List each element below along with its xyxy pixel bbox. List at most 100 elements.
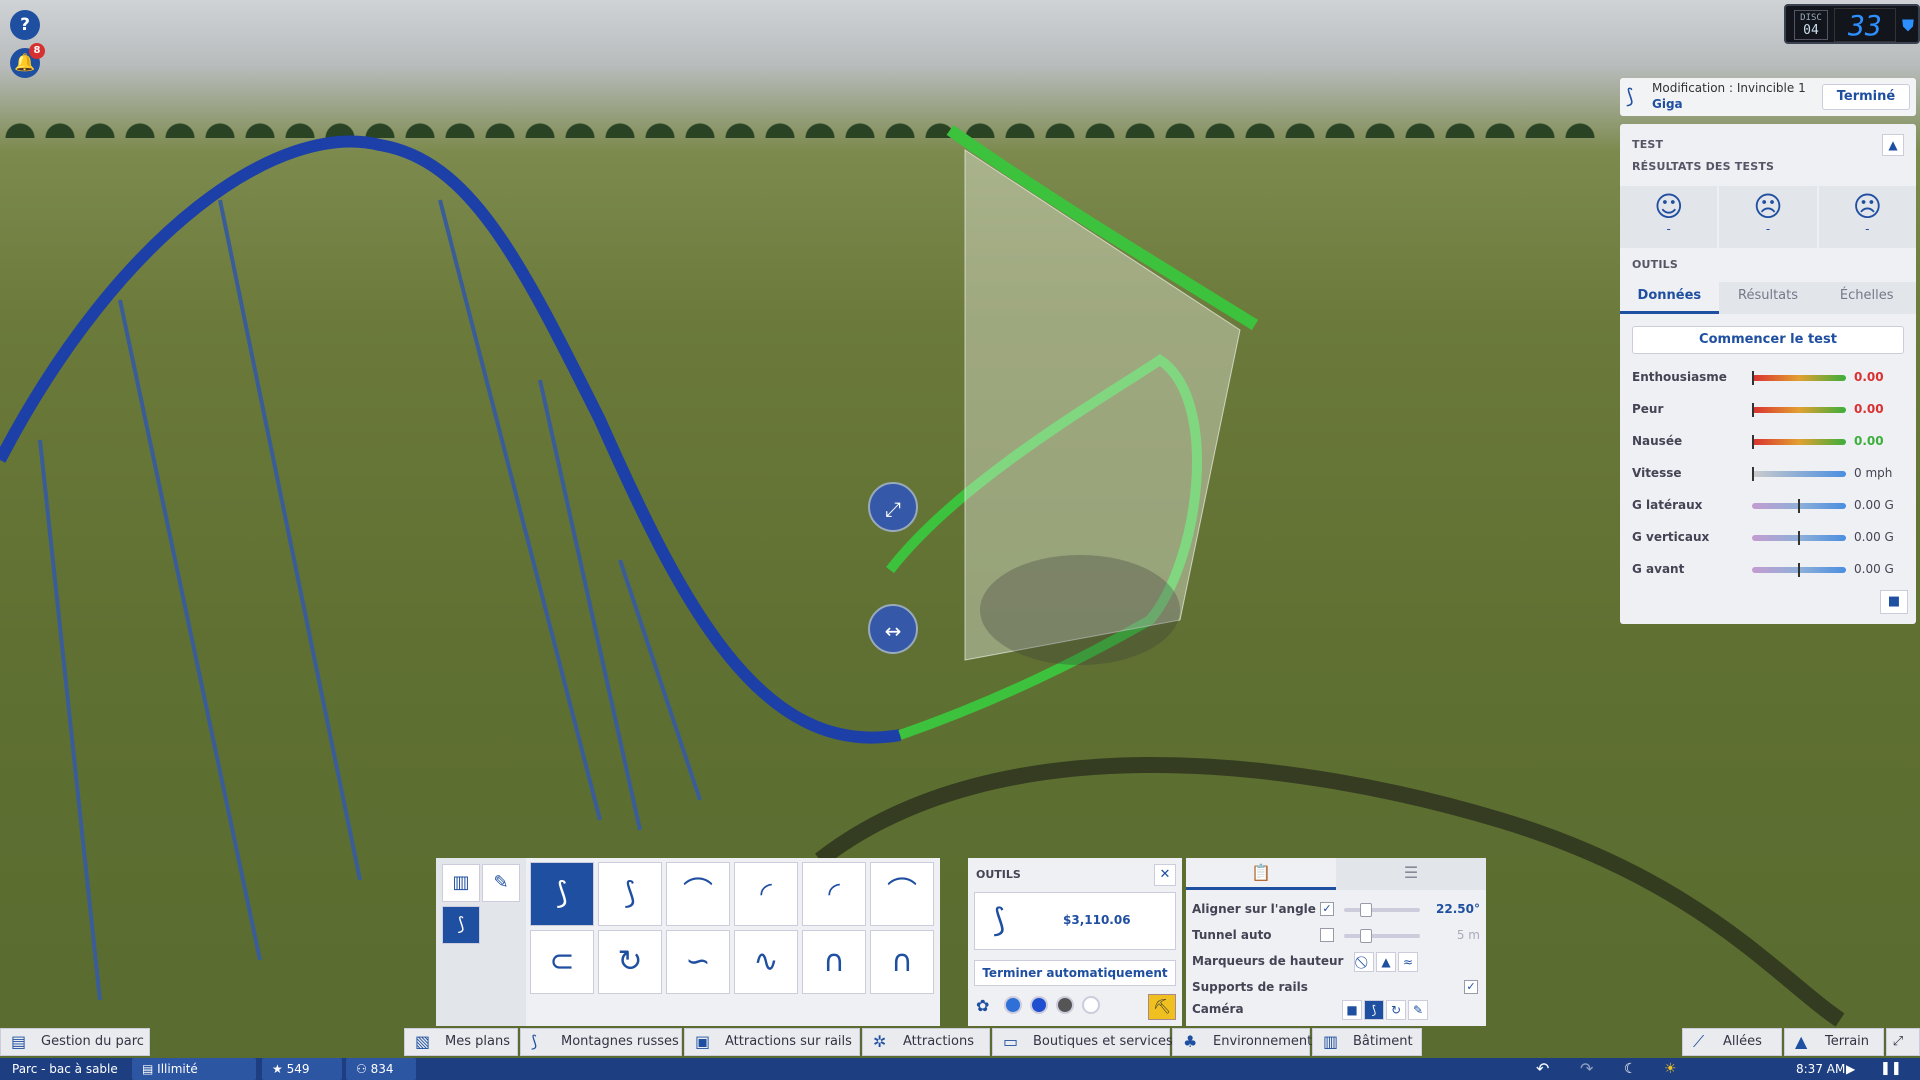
station-tool-button[interactable]: ▥ (442, 864, 480, 902)
tab-clipboard[interactable]: 📋 (1186, 858, 1336, 890)
help-icon: ? (20, 15, 30, 35)
terrain-markers-icon[interactable]: ▲ (1376, 952, 1396, 972)
redo-icon[interactable]: ↷ (1580, 1058, 1593, 1080)
tab-scales[interactable]: Échelles (1817, 282, 1917, 314)
money-display[interactable]: ▤ Illimité (132, 1058, 256, 1080)
track-piece-3[interactable]: ⌒ (666, 862, 730, 926)
camera-free-icon[interactable]: ✎ (1408, 1000, 1428, 1020)
terrain-button[interactable]: ▲ Terrain (1784, 1028, 1884, 1056)
track-curve-icon: ◜ (760, 876, 772, 911)
face-neutral: ☹ - (1719, 186, 1817, 248)
track-loop-icon: ∩ (891, 944, 913, 979)
tools-section-label: OUTILS (1632, 258, 1679, 271)
color-palette-icon[interactable]: ✿ (976, 996, 989, 1015)
track-piece-6[interactable]: ⌒ (870, 862, 934, 926)
ride-name: Giga (1652, 97, 1683, 111)
auto-complete-button[interactable]: Terminer automatiquement (974, 960, 1176, 986)
track-piece-5[interactable]: ◜ (802, 862, 866, 926)
water-markers-icon[interactable]: ≈ (1398, 952, 1418, 972)
game-speed-widget[interactable]: DISC 04 33 ⛊ (1784, 4, 1920, 44)
notifications-button[interactable]: 🔔 8 (10, 43, 45, 78)
money-icon: ▤ (142, 1062, 158, 1076)
stat-row-speed: Vitesse 0 mph (1632, 466, 1893, 481)
color-swatch-4[interactable] (1082, 996, 1100, 1014)
track-rides-button[interactable]: ▣ Attractions sur rails (684, 1028, 860, 1056)
clipboard-icon: ▤ (11, 1032, 27, 1051)
track-loop-icon: ∩ (823, 944, 845, 979)
paths-button[interactable]: ⟋ Allées (1682, 1028, 1782, 1056)
help-button[interactable]: ? (10, 10, 40, 40)
track-curve-icon: ⌒ (887, 876, 917, 911)
sad-face-icon: ☹ (1852, 190, 1882, 223)
clipboard-icon: 📋 (1251, 863, 1271, 882)
track-piece-12[interactable]: ∩ (870, 930, 934, 994)
tab-results[interactable]: Résultats (1718, 282, 1818, 314)
tools-panel: OUTILS ✕ ⟆ $3,110.06 Terminer automatiqu… (968, 858, 1182, 1026)
play-icon[interactable]: ▶ (1846, 1058, 1855, 1080)
track-piece-10[interactable]: ∿ (734, 930, 798, 994)
test-panel: TEST ▲ RÉSULTATS DES TESTS ☺ - ☹ - ☹ - O… (1620, 124, 1917, 624)
done-button[interactable]: Terminé (1822, 84, 1910, 110)
tab-list[interactable]: ☰ (1336, 858, 1486, 890)
special-tool-button[interactable]: ✎ (482, 864, 520, 902)
expand-icon: ⤢ (1892, 1034, 1904, 1049)
environment-button[interactable]: ♣ Environnement (1172, 1028, 1312, 1056)
align-angle-checkbox[interactable]: ✓ (1320, 902, 1334, 916)
camera-follow-icon[interactable]: ■ (1342, 1000, 1362, 1020)
notification-count-badge: 8 (29, 43, 45, 59)
no-markers-icon[interactable]: ⃠ (1354, 952, 1374, 972)
park-rating-display[interactable]: ★ 549 (262, 1058, 342, 1080)
color-swatch-3[interactable] (1056, 996, 1074, 1014)
track-curve-icon: ⌒ (683, 876, 713, 911)
camera-loop-icon[interactable]: ↻ (1386, 1000, 1406, 1020)
align-angle-slider[interactable] (1344, 903, 1420, 917)
main-toolbar: ▤ Gestion du parc ▧ Mes plans ⟆ Montagne… (0, 1028, 1920, 1058)
data-tabs: Données Résultats Échelles (1620, 282, 1917, 314)
camera-track-icon[interactable]: ⟆ (1364, 1000, 1384, 1020)
resize-handle[interactable]: ⤢ (868, 482, 918, 532)
color-swatch-2[interactable] (1030, 996, 1048, 1014)
track-piece-7[interactable]: ⊂ (530, 930, 594, 994)
coaster-icon: ⟆ (1626, 84, 1634, 108)
track-piece-tool-button[interactable]: ⟆ (442, 906, 480, 944)
ferris-wheel-icon: ✲ (873, 1032, 887, 1051)
track-helix-icon: ∿ (753, 944, 779, 979)
close-tools-button[interactable]: ✕ (1154, 864, 1176, 886)
speed-display: 33 (1834, 8, 1896, 42)
tree-icon: ♣ (1183, 1032, 1198, 1051)
coaster-icon: ⟆ (531, 1032, 538, 1051)
attractions-button[interactable]: ✲ Attractions (862, 1028, 990, 1056)
test-result-faces: ☺ - ☹ - ☹ - (1620, 186, 1916, 248)
track-piece-2[interactable]: ⟆ (598, 862, 662, 926)
track-piece-4[interactable]: ◜ (734, 862, 798, 926)
move-handle[interactable]: ↔ (868, 604, 918, 654)
auto-tunnel-checkbox[interactable] (1320, 928, 1334, 942)
undo-icon[interactable]: ↶ (1536, 1058, 1549, 1080)
speed-secondary-display: DISC 04 (1794, 10, 1828, 40)
blueprints-button[interactable]: ▧ Mes plans (404, 1028, 518, 1056)
fullscreen-button[interactable]: ⤢ (1886, 1028, 1920, 1056)
camera-row: Caméra ■ ⟆ ↻ ✎ (1192, 1000, 1480, 1020)
park-management-button[interactable]: ▤ Gestion du parc (0, 1028, 150, 1056)
track-piece-11[interactable]: ∩ (802, 930, 866, 994)
track-piece-1[interactable]: ⟆ (530, 862, 594, 926)
pause-icon[interactable]: ❚❚ (1880, 1058, 1902, 1080)
camera-button[interactable]: ■ (1880, 590, 1908, 614)
face-happy: ☺ - (1620, 186, 1718, 248)
list-icon: ☰ (1403, 863, 1419, 882)
bulldozer-button[interactable]: ⛏ (1148, 994, 1176, 1020)
tab-data[interactable]: Données (1620, 282, 1719, 314)
start-test-button[interactable]: Commencer le test (1632, 326, 1904, 354)
auto-tunnel-slider[interactable] (1344, 929, 1420, 943)
guest-count-display[interactable]: ⚇ 834 (346, 1058, 416, 1080)
shops-button[interactable]: ▭ Boutiques et services (992, 1028, 1173, 1056)
color-swatch-1[interactable] (1004, 996, 1022, 1014)
collapse-panel-button[interactable]: ▲ (1882, 134, 1904, 156)
day-night-icon[interactable]: ☾ (1624, 1058, 1637, 1080)
track-piece-8[interactable]: ↻ (598, 930, 662, 994)
building-button[interactable]: ▥ Bâtiment (1312, 1028, 1422, 1056)
modification-title: Modification : Invincible 1 (1652, 81, 1806, 95)
track-supports-checkbox[interactable]: ✓ (1464, 980, 1478, 994)
track-piece-9[interactable]: ∽ (666, 930, 730, 994)
coasters-button[interactable]: ⟆ Montagnes russes (520, 1028, 682, 1056)
